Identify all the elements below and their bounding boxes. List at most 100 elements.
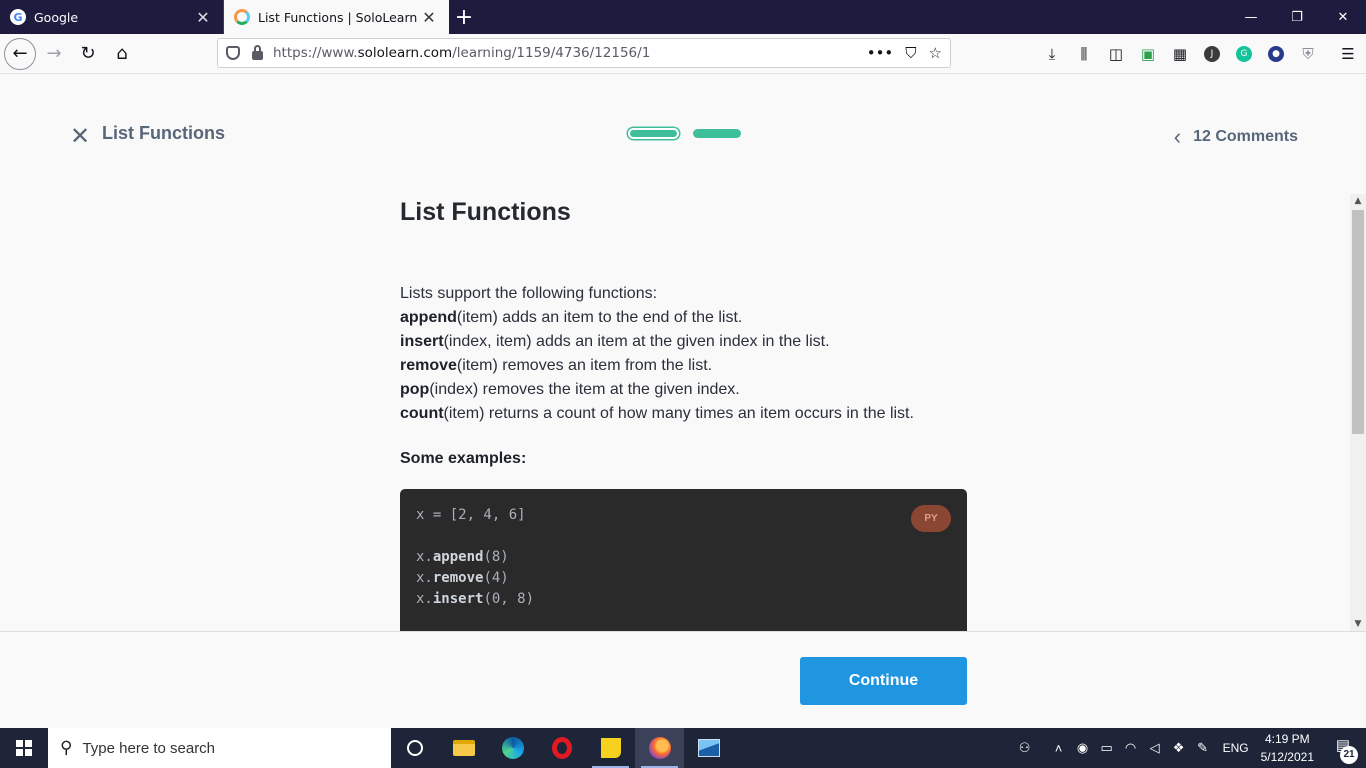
code-line: x.remove(4) <box>416 570 509 586</box>
code-block[interactable]: PY x = [2, 4, 6] x.append(8) x.remove(4)… <box>400 489 967 631</box>
volume-icon[interactable]: ◁ <box>1143 740 1167 756</box>
notification-count: 21 <box>1340 746 1358 764</box>
opera-button[interactable] <box>537 728 586 768</box>
menu-icon[interactable]: ☰ <box>1332 38 1364 70</box>
chevron-left-icon: ‹ <box>1173 124 1182 149</box>
sticky-notes-button[interactable] <box>586 728 635 768</box>
windows-logo-icon <box>16 740 32 756</box>
download-icon[interactable]: ⤓ <box>1036 38 1068 70</box>
dropbox-icon[interactable]: ❖ <box>1167 740 1191 756</box>
close-lesson-icon[interactable]: ✕ <box>70 122 90 150</box>
page-actions-icon[interactable]: ••• <box>867 44 894 62</box>
window-controls: — ❐ ✕ <box>1228 0 1366 34</box>
code-line: x = [2, 4, 6] <box>416 507 526 523</box>
people-icon[interactable]: ⚇ <box>1013 740 1037 756</box>
extension-globe-icon[interactable]: ● <box>1268 46 1284 62</box>
back-button[interactable]: ← <box>4 37 36 70</box>
sticky-notes-icon <box>600 738 621 758</box>
function-line: remove(item) removes an item from the li… <box>400 357 713 374</box>
scroll-thumb[interactable] <box>1352 210 1364 434</box>
action-center-button[interactable]: ▤ 21 <box>1328 736 1358 764</box>
clock-date: 5/12/2021 <box>1260 750 1314 764</box>
url-text[interactable]: https://www.sololearn.com/learning/1159/… <box>273 45 855 61</box>
function-line: count(item) returns a count of how many … <box>400 405 914 422</box>
code-line: x.insert(0, 8) <box>416 591 535 607</box>
progress-step-current[interactable] <box>628 128 679 139</box>
photos-icon <box>697 739 720 757</box>
library-icon[interactable]: ⫼ <box>1068 38 1100 70</box>
tab-google[interactable]: G Google ✕ <box>0 0 224 34</box>
photos-button[interactable] <box>684 728 733 768</box>
clock-time: 4:19 PM <box>1264 732 1310 746</box>
edge-icon <box>501 737 524 759</box>
lesson-footer: Continue <box>0 631 1366 728</box>
comments-label: 12 Comments <box>1193 128 1298 145</box>
grammarly-icon[interactable]: G <box>1236 46 1252 62</box>
taskbar-apps <box>391 728 733 768</box>
lesson-title: List Functions <box>400 198 571 226</box>
scroll-down-icon[interactable]: ▼ <box>1350 617 1366 631</box>
reload-button[interactable]: ↻ <box>72 38 104 70</box>
system-tray: ⚇ ˄ ◉ ▭ ◠ ◁ ❖ ✎ ENG 4:19 PM 5/12/2021 ▤ … <box>1013 728 1366 768</box>
wifi-icon[interactable]: ◠ <box>1119 740 1143 756</box>
browser-tabstrip: G Google ✕ List Functions | SoloLearn ✕ … <box>0 0 1366 34</box>
search-icon: ⚲ <box>60 738 73 757</box>
file-explorer-button[interactable] <box>439 728 488 768</box>
browser-toolbar: ← → ↻ ⌂ https://www.sololearn.com/learni… <box>0 34 1366 74</box>
extension-green-icon[interactable]: ▣ <box>1132 38 1164 70</box>
progress-step[interactable] <box>693 129 741 138</box>
minimize-icon[interactable]: — <box>1228 0 1274 34</box>
battery-icon[interactable]: ▭ <box>1095 740 1119 756</box>
sololearn-icon <box>234 9 250 25</box>
pocket-icon[interactable]: ⛉ <box>905 44 916 62</box>
sidebar-icon[interactable]: ◫ <box>1100 38 1132 70</box>
cortana-button[interactable] <box>391 728 439 768</box>
home-button[interactable]: ⌂ <box>106 38 138 70</box>
show-hidden-icons[interactable]: ˄ <box>1047 741 1071 756</box>
opera-icon <box>551 737 572 759</box>
shield-extension-icon[interactable]: ⛨ <box>1292 38 1324 70</box>
content-scrollbar[interactable]: ▲ ▼ <box>1350 194 1366 631</box>
tracking-protection-icon[interactable] <box>226 46 240 60</box>
lesson-name: List Functions <box>102 123 225 143</box>
lesson-header: ✕ List Functions ‹ 12 Comments <box>0 74 1366 194</box>
continue-button[interactable]: Continue <box>800 657 967 705</box>
tab-title: List Functions | SoloLearn <box>258 9 418 25</box>
toolbar-extensions: ⤓ ⫼ ◫ ▣ ▦ J G ● ⛨ ☰ <box>1036 34 1364 74</box>
pen-icon[interactable]: ✎ <box>1191 740 1215 756</box>
lesson-content-scroll[interactable]: List Functions Lists support the followi… <box>0 194 1350 631</box>
extension-j-icon[interactable]: J <box>1204 46 1220 62</box>
scroll-up-icon[interactable]: ▲ <box>1350 194 1366 208</box>
taskbar-search[interactable]: ⚲ Type here to search <box>48 728 391 768</box>
forward-button[interactable]: → <box>38 38 70 70</box>
search-placeholder: Type here to search <box>82 739 216 757</box>
meet-now-icon[interactable]: ◉ <box>1071 740 1095 756</box>
lesson-body: List Functions Lists support the followi… <box>400 194 967 631</box>
extension-grid-icon[interactable]: ▦ <box>1164 38 1196 70</box>
tab-close-icon[interactable]: ✕ <box>419 8 439 27</box>
code-line: x.append(8) <box>416 549 509 565</box>
clock[interactable]: 4:19 PM 5/12/2021 <box>1261 730 1314 766</box>
lesson-intro: Lists support the following functions: <box>400 285 658 302</box>
function-line: append(item) adds an item to the end of … <box>400 309 743 326</box>
google-icon: G <box>10 9 26 25</box>
tab-sololearn[interactable]: List Functions | SoloLearn ✕ <box>224 0 449 34</box>
start-button[interactable] <box>0 728 48 768</box>
lesson-progress <box>628 128 741 139</box>
bookmark-star-icon[interactable]: ☆ <box>929 44 942 62</box>
new-tab-button[interactable]: + <box>449 0 479 34</box>
address-bar[interactable]: https://www.sololearn.com/learning/1159/… <box>217 38 951 68</box>
input-language[interactable]: ENG <box>1223 741 1249 755</box>
restore-icon[interactable]: ❐ <box>1274 0 1320 34</box>
lock-icon[interactable] <box>252 44 263 60</box>
language-badge[interactable]: PY <box>911 505 951 532</box>
close-window-icon[interactable]: ✕ <box>1320 0 1366 34</box>
firefox-icon <box>648 737 671 759</box>
firefox-button[interactable] <box>635 728 684 768</box>
tab-close-icon[interactable]: ✕ <box>193 8 213 27</box>
comments-link[interactable]: ‹ 12 Comments <box>1174 124 1298 150</box>
cortana-icon <box>407 740 423 756</box>
tab-title: Google <box>34 9 79 25</box>
edge-button[interactable] <box>488 728 537 768</box>
